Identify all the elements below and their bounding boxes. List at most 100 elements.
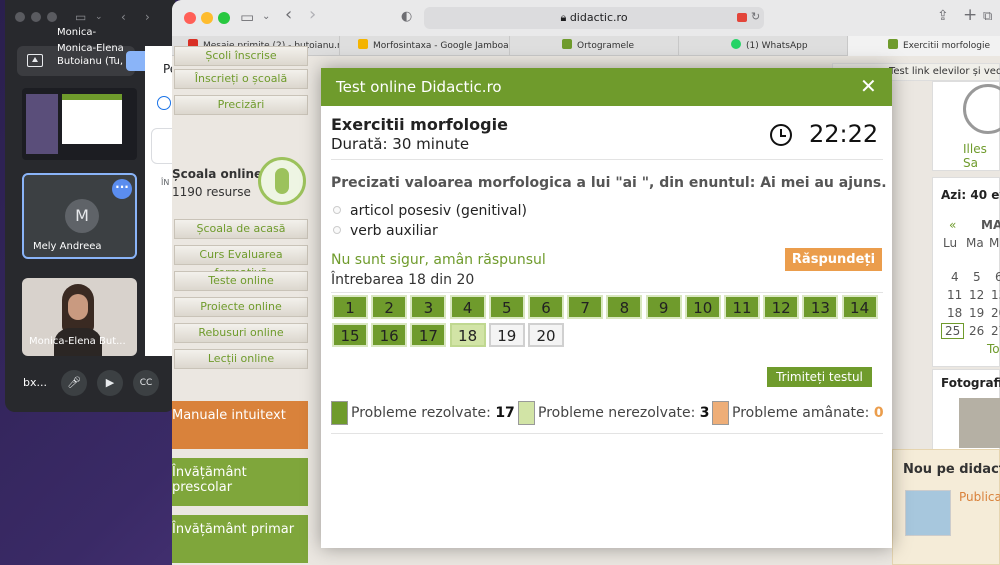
legend-label: Probleme rezolvate: [351, 405, 491, 421]
close-dot[interactable] [184, 12, 196, 24]
sidebar-icon[interactable]: ▭ [240, 8, 254, 26]
question-number-button[interactable]: 4 [449, 295, 486, 319]
radio-button[interactable] [333, 226, 341, 234]
question-number-button[interactable]: 5 [488, 295, 525, 319]
window-zoom-dot[interactable] [47, 12, 57, 22]
calendar-day[interactable]: 26 [969, 324, 984, 338]
question-number-button[interactable]: 16 [371, 323, 408, 347]
chevron-down-icon[interactable]: ⌄ [262, 11, 270, 22]
participant-tile[interactable]: M ··· Mely Andreea [22, 173, 137, 259]
back-icon[interactable]: ‹ [121, 10, 126, 24]
calendar-day[interactable]: 19 [969, 306, 984, 320]
prescolar-button[interactable]: Învățământ prescolar [172, 458, 308, 506]
new-tab-icon[interactable]: + [963, 5, 977, 25]
question-number-button[interactable]: 10 [684, 295, 721, 319]
tab-ortogramele[interactable]: Ortogramele [510, 36, 679, 56]
calendar-day[interactable]: 11 [947, 288, 962, 302]
zoom-dot[interactable] [218, 12, 230, 24]
address-bar[interactable]: 🔒︎ didactic.ro ↻ [424, 7, 764, 29]
answer-option-label[interactable]: verb auxiliar [350, 223, 438, 239]
modal-header: Test online Didactic.ro ✕ [321, 68, 892, 106]
shield-icon[interactable]: ◐ [401, 9, 412, 24]
avatar: M [65, 199, 99, 233]
sidebar-icon[interactable]: ▭ [75, 10, 86, 24]
manuale-button[interactable]: Manuale intuitext [172, 401, 308, 449]
answer-button[interactable]: Răspundeți [785, 248, 882, 271]
side-link[interactable]: Lecții online [174, 349, 308, 369]
submit-test-button[interactable]: Trimiteți testul [767, 367, 872, 387]
captions-icon[interactable]: CC [133, 370, 159, 396]
side-link[interactable]: Înscrieți o școală [174, 69, 308, 89]
question-number-button[interactable]: 11 [724, 295, 760, 319]
window-close-dot[interactable] [15, 12, 25, 22]
side-link[interactable]: Școala de acasă [174, 219, 308, 239]
question-text: Precizati valoarea morfologica a lui "ai… [331, 175, 887, 191]
tab-overview-icon[interactable]: ⧉ [983, 9, 992, 24]
presenter-name: Monica-Elena Butoianu (Tu, [57, 43, 124, 67]
question-number-button[interactable]: 12 [763, 295, 800, 319]
tab-exercitii[interactable]: Exercitii morfologie [848, 36, 1000, 56]
question-number-button[interactable]: 2 [371, 295, 408, 319]
recording-icon[interactable] [737, 13, 747, 22]
shared-screen-thumbnail[interactable] [22, 88, 137, 160]
calendar-day[interactable]: 5 [973, 270, 981, 284]
question-number-button[interactable]: 3 [410, 295, 447, 319]
question-number-button[interactable]: 9 [645, 295, 682, 319]
question-number-button[interactable]: 7 [567, 295, 604, 319]
side-link[interactable]: Rebusuri online [174, 323, 308, 343]
radio-button[interactable] [333, 206, 341, 214]
side-link[interactable]: Școli înscrise [174, 46, 308, 66]
postpone-link[interactable]: Nu sunt sigur, amân răspunsul [331, 252, 546, 268]
calendar-day[interactable]: 13 [991, 288, 1000, 302]
calendar-day[interactable]: 20 [991, 306, 1000, 320]
participant-tile[interactable]: Monica-Elena But... [22, 278, 137, 356]
question-number-button[interactable]: 20 [528, 323, 564, 347]
question-number-button[interactable]: 15 [332, 323, 368, 347]
side-link[interactable]: Precizări [174, 95, 308, 115]
side-link[interactable]: Proiecte online [174, 297, 308, 317]
calendar-day[interactable]: 6 [995, 270, 1000, 284]
calendar-day[interactable]: 4 [951, 270, 959, 284]
prev-month-icon[interactable]: « [949, 218, 956, 232]
calendar-day[interactable]: 18 [947, 306, 962, 320]
camera-icon[interactable]: ▶ [97, 370, 123, 396]
side-link[interactable]: Curs Evaluarea formativă [174, 245, 308, 279]
news-link[interactable]: Publicat [959, 490, 1000, 504]
close-icon[interactable]: ✕ [860, 74, 877, 98]
calendar-today[interactable]: 25 [941, 323, 965, 339]
button-label: Manuale intuitext [172, 408, 286, 423]
divider [331, 292, 883, 293]
side-link[interactable]: Teste online [174, 271, 308, 291]
forward-icon[interactable]: › [309, 4, 316, 25]
question-number-button[interactable]: 19 [488, 323, 525, 347]
question-number-button[interactable]: 17 [410, 323, 447, 347]
author-name[interactable]: Illes Sa [963, 142, 999, 170]
more-options-icon[interactable]: ··· [112, 179, 132, 199]
back-icon[interactable]: ‹ [285, 4, 292, 25]
forward-icon[interactable]: › [145, 10, 150, 24]
question-number-button[interactable]: 8 [606, 295, 643, 319]
tab-whatsapp[interactable]: (1) WhatsApp [679, 36, 848, 56]
window-minimize-dot[interactable] [31, 12, 41, 22]
photo-thumbnail[interactable] [959, 398, 1000, 448]
chevron-down-icon[interactable]: ⌄ [95, 12, 103, 22]
microphone-icon[interactable]: 🎤︎ [61, 370, 87, 396]
share-icon[interactable]: ⇪ [937, 8, 949, 24]
calendar-month: MA [981, 218, 1000, 232]
calendar-day[interactable]: 27 [991, 324, 1000, 338]
question-number-button[interactable]: 1 [332, 295, 368, 319]
answer-option-label[interactable]: articol posesiv (genitival) [350, 203, 527, 219]
calendar-day[interactable]: 12 [969, 288, 984, 302]
question-number-button[interactable]: 14 [841, 295, 878, 319]
tab-jamboard[interactable]: Morfosintaxa - Google Jamboard [340, 36, 510, 56]
question-number-button[interactable]: 18 [449, 323, 486, 347]
question-number-button[interactable]: 13 [802, 295, 839, 319]
reload-icon[interactable]: ↻ [751, 10, 760, 23]
tab-label: Exercitii morfologie [903, 41, 991, 51]
minimize-dot[interactable] [201, 12, 213, 24]
today-link[interactable]: To [987, 342, 1000, 356]
primar-button[interactable]: Învățământ primar [172, 515, 308, 563]
news-thumbnail[interactable] [905, 490, 951, 536]
question-number-button[interactable]: 6 [528, 295, 564, 319]
scoala-online-banner[interactable]: Școala online 1190 resurse [172, 157, 308, 215]
